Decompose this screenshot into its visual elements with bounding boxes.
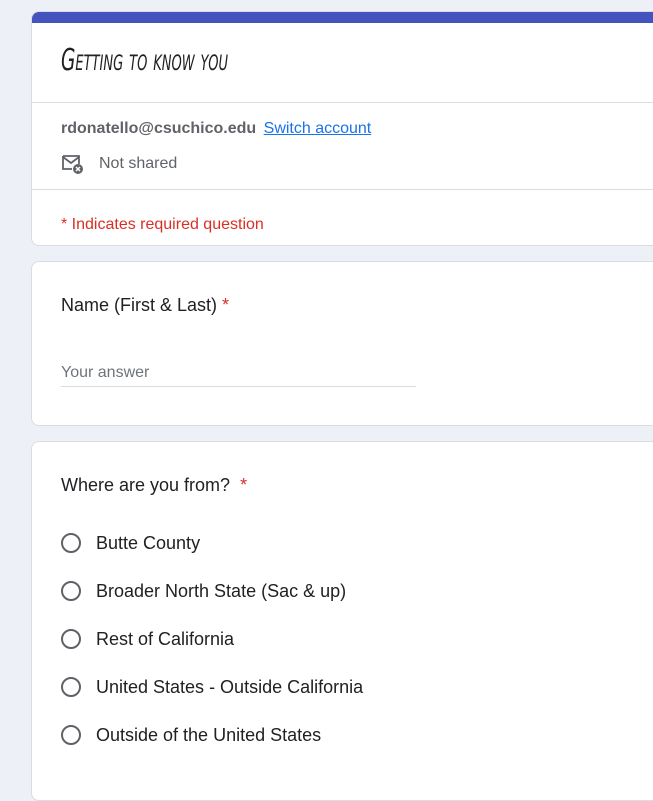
radio-button[interactable] [61,629,81,649]
radio-button[interactable] [61,533,81,553]
form-accent-bar [32,12,653,23]
shared-status-row: Not shared [61,153,177,175]
radio-button[interactable] [61,677,81,697]
question-title-text: Name (First & Last) [61,295,218,315]
radio-option-butte-county[interactable]: Butte County [61,530,200,556]
radio-option-north-state[interactable]: Broader North State (Sac & up) [61,578,346,604]
radio-option-label: Butte County [96,532,201,553]
radio-option-label: Outside of the United States [96,724,322,745]
switch-account-link[interactable]: Switch account [264,120,372,137]
radio-option-label: United States - Outside California [96,676,364,697]
radio-option-outside-california[interactable]: United States - Outside California [61,674,363,700]
radio-option-rest-of-california[interactable]: Rest of California [61,626,234,652]
required-asterisk: * [222,295,230,315]
account-divider [32,189,653,190]
mail-not-shared-icon [62,155,83,174]
name-answer-input[interactable] [61,360,416,387]
question-card-name: Name (First & Last) * [31,261,653,426]
form-title: Getting to know you [61,43,229,78]
question-title: Name (First & Last) * [61,295,229,316]
shared-status-text: Not shared [99,155,178,172]
header-divider [32,102,653,103]
radio-option-outside-us[interactable]: Outside of the United States [61,722,321,748]
radio-option-label: Broader North State (Sac & up) [96,580,347,601]
required-asterisk: * [240,475,248,495]
required-question-note: * Indicates required question [61,216,264,233]
question-title: Where are you from? * [61,475,247,496]
question-card-origin: Where are you from? * Butte County Broade… [31,441,653,801]
account-row: rdonatello@csuchico.edu Switch account [61,120,371,138]
question-title-text: Where are you from? [61,475,231,495]
radio-option-label: Rest of California [96,628,235,649]
radio-button[interactable] [61,725,81,745]
radio-button[interactable] [61,581,81,601]
account-email: rdonatello@csuchico.edu [61,120,257,137]
form-header-card: Getting to know you rdonatello@csuchico.… [31,11,653,246]
